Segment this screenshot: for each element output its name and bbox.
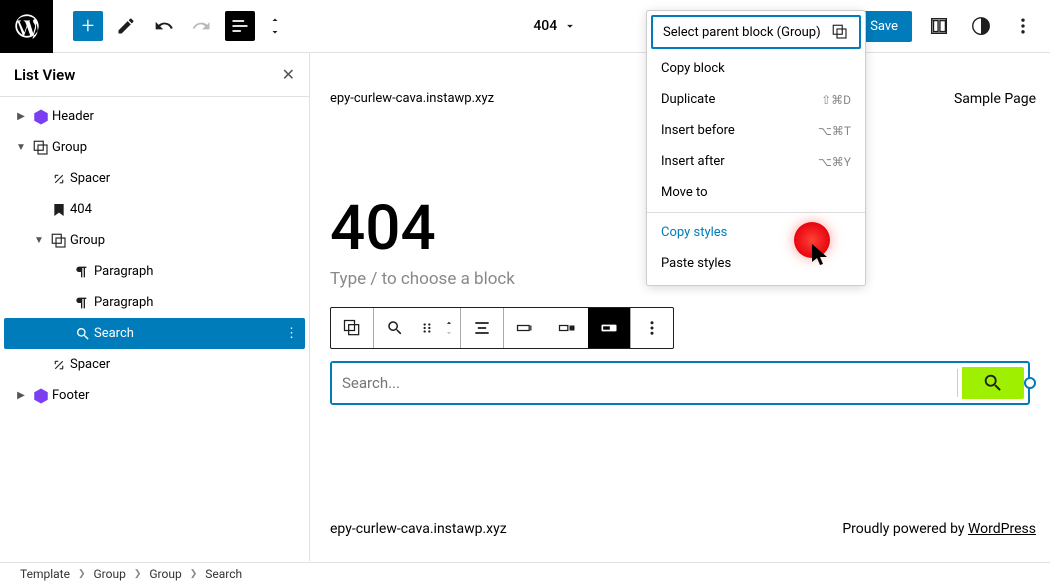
styles-icon[interactable] [966,11,996,41]
more-options-icon[interactable] [1008,11,1038,41]
chevron-down-icon[interactable] [267,26,283,38]
ctx-select-parent[interactable]: Select parent block (Group) [651,15,861,49]
block-context-menu: Select parent block (Group) Copy block D… [646,10,866,286]
powered-by: Proudly powered by WordPress [842,521,1036,537]
tree-label: Spacer [70,357,110,372]
tree-label: Paragraph [94,264,153,279]
footer-site-title[interactable]: epy-curlew-cava.instawp.xyz [330,521,507,537]
crumb[interactable]: Group [149,567,181,581]
list-view-sidebar: List View ✕ ▶ Header ▼ Group Spacer 404 … [0,53,310,561]
tree-item-group[interactable]: ▼ Group [4,132,305,163]
move-updown-buttons[interactable] [267,14,283,38]
document-title[interactable]: 404 [533,18,557,34]
tree-item-options[interactable]: ⋮ [285,326,297,341]
undo-icon[interactable] [149,11,179,41]
ctx-copy-block[interactable]: Copy block [647,53,865,84]
block-toolbar [330,307,674,349]
search-block[interactable] [330,361,1030,405]
tree-item-header[interactable]: ▶ Header [4,101,305,132]
ctx-move-to[interactable]: Move to [647,177,865,208]
list-view-toggle[interactable] [225,11,255,41]
sidebar-title: List View [14,66,75,84]
search-block-icon[interactable] [374,308,416,348]
tree-label: Header [52,109,94,124]
tree-item-search[interactable]: Search ⋮ [4,318,305,349]
tree-label: Paragraph [94,295,153,310]
label-toggle-icon[interactable] [504,308,546,348]
tree-item-spacer[interactable]: Spacer [4,163,305,194]
block-parent-icon[interactable] [331,308,373,348]
cursor-indicator [794,222,830,258]
resize-handle[interactable] [1024,377,1036,389]
wordpress-link[interactable]: WordPress [968,521,1036,537]
sample-page-link[interactable]: Sample Page [954,91,1036,107]
align-icon[interactable] [461,308,503,348]
add-block-button[interactable]: + [73,11,103,41]
button-position-icon[interactable] [546,308,588,348]
search-input[interactable] [332,363,957,403]
tree-label: 404 [70,202,92,217]
tree-item-footer[interactable]: ▶ Footer [4,380,305,411]
ctx-copy-styles[interactable]: Copy styles [647,217,865,248]
tree-item-paragraph[interactable]: Paragraph [4,287,305,318]
divider [957,369,958,397]
ctx-paste-styles[interactable]: Paste styles [647,248,865,279]
tree-item-group[interactable]: ▼ Group [4,225,305,256]
button-icon-toggle[interactable] [588,308,630,348]
tree-item-paragraph[interactable]: Paragraph [4,256,305,287]
drag-handle-icon[interactable] [416,308,438,348]
redo-icon[interactable] [187,11,217,41]
tree-label: Spacer [70,171,110,186]
group-icon [831,23,849,41]
tree-label: Search [94,326,134,341]
ctx-insert-before[interactable]: Insert before⌥⌘T [647,115,865,146]
block-options-icon[interactable] [631,308,673,348]
tree-item-404[interactable]: 404 [4,194,305,225]
chevron-down-icon[interactable] [563,19,577,33]
close-icon[interactable]: ✕ [282,65,295,84]
editor-topbar: + 404 ew Save [0,0,1050,53]
crumb[interactable]: Template [20,567,70,581]
separator [647,212,865,213]
search-submit-button[interactable] [962,367,1024,399]
ctx-duplicate[interactable]: Duplicate⇧⌘D [647,84,865,115]
block-breadcrumb: Template❯ Group❯ Group❯ Search [0,562,1050,584]
crumb[interactable]: Search [205,567,242,581]
crumb[interactable]: Group [94,567,126,581]
tree-label: Group [52,140,87,155]
edit-tool-icon[interactable] [111,11,141,41]
tree-label: Footer [52,388,89,403]
chevron-up-icon[interactable] [267,14,283,26]
tree-label: Group [70,233,105,248]
ctx-insert-after[interactable]: Insert after⌥⌘Y [647,146,865,177]
settings-panel-icon[interactable] [924,11,954,41]
move-buttons[interactable] [438,308,460,348]
wordpress-logo[interactable] [0,0,53,53]
tree-item-spacer[interactable]: Spacer [4,349,305,380]
